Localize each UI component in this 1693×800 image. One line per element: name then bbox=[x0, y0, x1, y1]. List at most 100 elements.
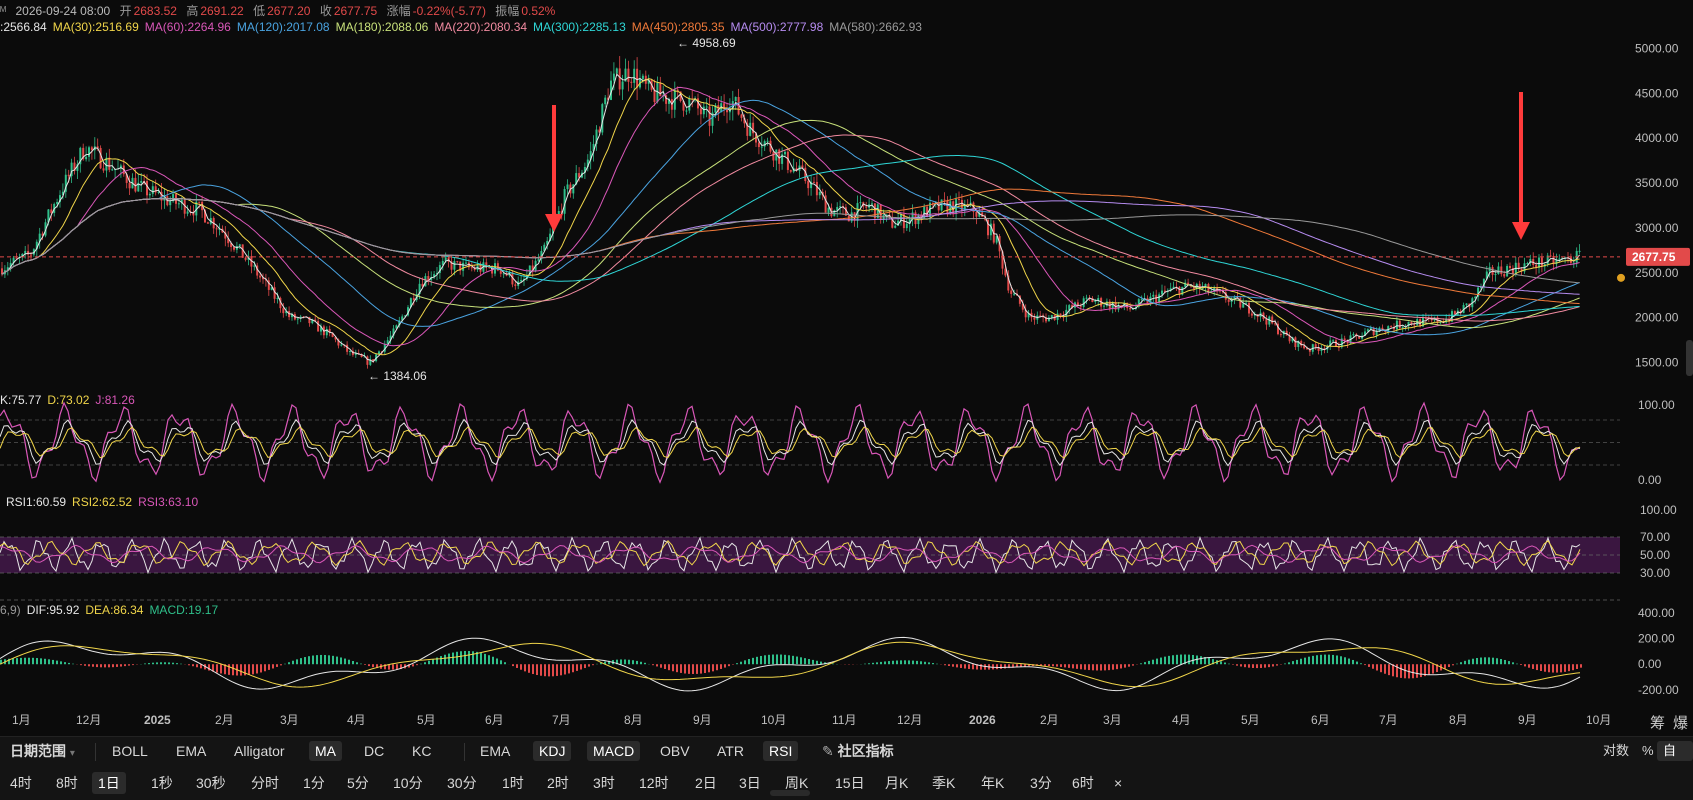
macd-histogram-bar bbox=[316, 655, 318, 665]
timeframe-12[interactable]: 3时 bbox=[587, 772, 621, 794]
macd-histogram-bar bbox=[1548, 664, 1550, 673]
macd-histogram-bar bbox=[1564, 664, 1566, 672]
candle-body bbox=[514, 284, 517, 286]
timeframe-3[interactable]: 1秒 bbox=[145, 772, 179, 794]
macd-histogram-bar bbox=[336, 656, 338, 665]
candle-body bbox=[108, 157, 111, 170]
auto-scale-toggle[interactable]: 自动 bbox=[1657, 741, 1693, 778]
candle-body bbox=[111, 169, 114, 171]
macd-histogram-bar bbox=[1048, 664, 1050, 667]
macd-histogram-bar bbox=[496, 658, 498, 665]
candle-body bbox=[708, 106, 711, 126]
macd-histogram-bar bbox=[456, 651, 458, 665]
timeframe-6[interactable]: 1分 bbox=[297, 772, 331, 794]
timeframe-2[interactable]: 1日 bbox=[92, 772, 126, 794]
date-range-button[interactable]: 日期范围 ▾ bbox=[4, 741, 81, 761]
macd-histogram-bar bbox=[468, 650, 470, 665]
candle-body bbox=[621, 81, 624, 90]
ma-line-500 bbox=[1, 198, 1580, 295]
indicator-kc[interactable]: KC bbox=[406, 741, 437, 761]
community-indicators-button[interactable]: ✎ 社区指标 bbox=[816, 741, 900, 761]
collapse-handle-icon[interactable] bbox=[770, 790, 810, 796]
macd-histogram-bar bbox=[788, 655, 790, 665]
timeframe-18[interactable]: 月K bbox=[879, 772, 914, 794]
timeframe-19[interactable]: 季K bbox=[926, 772, 961, 794]
macd-histogram-bar bbox=[56, 660, 58, 665]
timeframe-9[interactable]: 30分 bbox=[441, 772, 483, 794]
macd-histogram-bar bbox=[1544, 664, 1546, 672]
macd-histogram-bar bbox=[44, 658, 46, 665]
macd-histogram-bar bbox=[1348, 658, 1350, 665]
candle-body bbox=[949, 201, 952, 213]
candle-body bbox=[1401, 326, 1404, 328]
indicator-dc[interactable]: DC bbox=[358, 741, 390, 761]
timeframe-20[interactable]: 年K bbox=[975, 772, 1010, 794]
indicator-kdj[interactable]: KDJ bbox=[533, 741, 572, 761]
scroll-handle[interactable] bbox=[1686, 340, 1693, 376]
indicator-alligator[interactable]: Alligator bbox=[228, 741, 291, 761]
macd-histogram-bar bbox=[232, 664, 234, 676]
log-scale-toggle[interactable]: 对数 bbox=[1597, 741, 1635, 761]
timeframe-11[interactable]: 2时 bbox=[541, 772, 575, 794]
macd-histogram-bar bbox=[340, 657, 342, 665]
timeframe-4[interactable]: 30秒 bbox=[190, 772, 232, 794]
timeframe-5[interactable]: 分时 bbox=[245, 772, 285, 794]
macd-legend-item: DIF:95.92 bbox=[26, 603, 80, 617]
x-axis-label: 3月 bbox=[280, 713, 299, 727]
trading-chart[interactable]: 5000.00 4500.00 4000.00 3500.00 3000.00 2500.… bbox=[0, 0, 1693, 800]
macd-histogram-bar bbox=[72, 663, 74, 665]
macd-histogram-bar bbox=[1376, 664, 1378, 671]
macd-histogram-bar bbox=[1132, 664, 1134, 666]
timeframe-14[interactable]: 2日 bbox=[689, 772, 723, 794]
candle-body bbox=[30, 254, 32, 256]
candle-body bbox=[630, 81, 633, 83]
timeframe-8[interactable]: 10分 bbox=[387, 772, 429, 794]
macd-histogram-bar bbox=[88, 664, 90, 667]
macd-histogram-bar bbox=[276, 664, 278, 667]
chips-icon[interactable]: 筹 bbox=[1650, 712, 1665, 733]
candle-body bbox=[1549, 255, 1552, 257]
macd-histogram-bar bbox=[1332, 654, 1334, 665]
macd-histogram-bar bbox=[1496, 658, 1498, 665]
timeframe-22[interactable]: 6时 bbox=[1066, 772, 1100, 794]
macd-histogram-bar bbox=[32, 657, 34, 665]
indicator-sub-ema[interactable]: EMA bbox=[474, 741, 516, 761]
price-tick-label: 2000.00 bbox=[1635, 311, 1679, 325]
timeframe-1[interactable]: 8时 bbox=[50, 772, 84, 794]
macd-histogram-bar bbox=[1104, 664, 1106, 671]
macd-histogram-bar bbox=[1324, 654, 1326, 665]
macd-histogram-bar bbox=[1264, 664, 1266, 668]
macd-histogram-bar bbox=[292, 660, 294, 665]
macd-histogram-bar bbox=[260, 664, 262, 673]
macd-histogram-bar bbox=[932, 663, 934, 665]
timeframe-15[interactable]: 3日 bbox=[733, 772, 767, 794]
timeframe-17[interactable]: 15日 bbox=[829, 772, 871, 794]
alert-bell-icon[interactable] bbox=[1617, 273, 1625, 282]
macd-histogram-bar bbox=[1088, 664, 1090, 671]
macd-histogram-bar bbox=[1044, 664, 1046, 666]
macd-histogram-bar bbox=[872, 662, 874, 665]
macd-histogram-bar bbox=[192, 664, 194, 667]
open-label: 开 bbox=[119, 4, 132, 18]
indicator-macd[interactable]: MACD bbox=[587, 741, 641, 761]
timeframe-0[interactable]: 4时 bbox=[4, 772, 38, 794]
indicator-atr[interactable]: ATR bbox=[711, 741, 750, 761]
close-icon[interactable]: × bbox=[1108, 772, 1128, 794]
candle-body bbox=[760, 146, 763, 148]
candle-body bbox=[1094, 300, 1097, 303]
timeframe-21[interactable]: 3分 bbox=[1024, 772, 1058, 794]
candle-body bbox=[734, 96, 737, 102]
indicator-rsi[interactable]: RSI bbox=[763, 741, 799, 761]
candle-body bbox=[128, 182, 131, 189]
indicator-obv[interactable]: OBV bbox=[654, 741, 696, 761]
liquidation-icon[interactable]: 爆 bbox=[1673, 712, 1688, 733]
timeframe-10[interactable]: 1时 bbox=[496, 772, 530, 794]
indicator-boll[interactable]: BOLL bbox=[106, 741, 154, 761]
timeframe-13[interactable]: 12时 bbox=[633, 772, 675, 794]
timeframe-7[interactable]: 5分 bbox=[341, 772, 375, 794]
rsi-tick-label: 100.00 bbox=[1640, 503, 1677, 517]
indicator-ma[interactable]: MA bbox=[309, 741, 342, 761]
ma-legend-item: MA(300):2285.13 bbox=[533, 20, 626, 34]
indicator-ema[interactable]: EMA bbox=[170, 741, 212, 761]
candle-body bbox=[412, 298, 415, 301]
